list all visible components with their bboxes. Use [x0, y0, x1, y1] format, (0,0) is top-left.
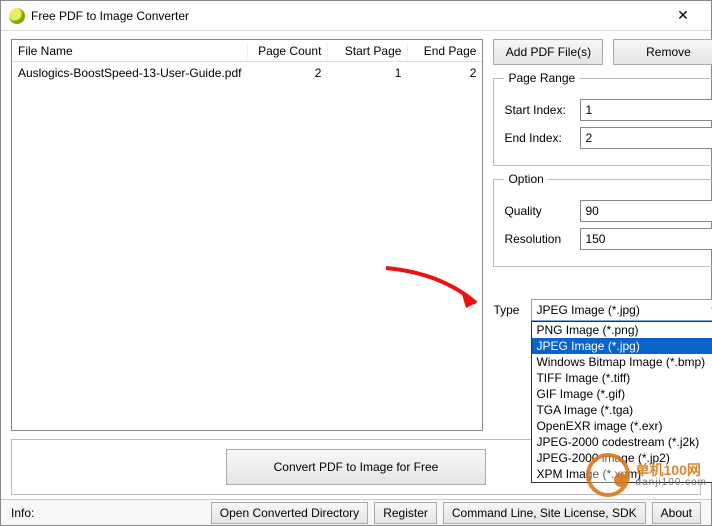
- register-button[interactable]: Register: [374, 502, 437, 524]
- file-table: File Name Page Count Start Page End Page…: [11, 39, 483, 431]
- type-option[interactable]: Windows Bitmap Image (*.bmp): [532, 354, 712, 370]
- option-group: Option Quality ▲ ▼ % Resolution ▲: [493, 172, 712, 267]
- col-start-page[interactable]: Start Page: [327, 44, 407, 58]
- col-end-page[interactable]: End Page: [407, 44, 482, 58]
- type-option[interactable]: XPM Image (*.xpm): [532, 466, 712, 482]
- resolution-input[interactable]: [580, 228, 712, 250]
- window-title: Free PDF to Image Converter: [31, 9, 663, 23]
- page-range-legend: Page Range: [504, 71, 579, 85]
- option-legend: Option: [504, 172, 547, 186]
- quality-label: Quality: [504, 204, 572, 218]
- info-label: Info:: [11, 506, 34, 520]
- end-index-input[interactable]: [580, 127, 712, 149]
- resolution-label: Resolution: [504, 232, 572, 246]
- table-row[interactable]: Auslogics-BoostSpeed-13-User-Guide.pdf 2…: [12, 62, 482, 84]
- convert-button[interactable]: Convert PDF to Image for Free: [226, 449, 486, 485]
- type-combobox[interactable]: JPEG Image (*.jpg) ▼ PNG Image (*.png)JP…: [531, 299, 712, 321]
- remove-button[interactable]: Remove: [613, 39, 712, 65]
- type-option[interactable]: TIFF Image (*.tiff): [532, 370, 712, 386]
- type-selected: JPEG Image (*.jpg): [536, 303, 639, 317]
- cell-file-name: Auslogics-BoostSpeed-13-User-Guide.pdf: [12, 66, 247, 80]
- type-label: Type: [493, 299, 523, 317]
- type-option[interactable]: JPEG Image (*.jpg): [532, 338, 712, 354]
- col-file-name[interactable]: File Name: [12, 44, 247, 58]
- type-option[interactable]: JPEG-2000 image (*.jp2): [532, 450, 712, 466]
- about-button[interactable]: About: [652, 502, 701, 524]
- col-page-count[interactable]: Page Count: [247, 44, 327, 58]
- type-option[interactable]: JPEG-2000 codestream (*.j2k): [532, 434, 712, 450]
- page-range-group: Page Range Start Index: ▲ ▼ End Index: ▲: [493, 71, 712, 166]
- type-option[interactable]: PNG Image (*.png): [532, 322, 712, 338]
- type-dropdown-list: PNG Image (*.png)JPEG Image (*.jpg)Windo…: [531, 321, 712, 483]
- open-directory-button[interactable]: Open Converted Directory: [211, 502, 368, 524]
- titlebar: Free PDF to Image Converter ✕: [1, 1, 711, 31]
- footer: Info: Open Converted Directory Register …: [1, 499, 711, 525]
- commandline-button[interactable]: Command Line, Site License, SDK: [443, 502, 646, 524]
- cell-page-count: 2: [247, 66, 327, 80]
- quality-input[interactable]: [580, 200, 712, 222]
- cell-start-page: 1: [327, 66, 407, 80]
- type-option[interactable]: OpenEXR image (*.exr): [532, 418, 712, 434]
- type-option[interactable]: GIF Image (*.gif): [532, 386, 712, 402]
- type-option[interactable]: TGA Image (*.tga): [532, 402, 712, 418]
- end-index-label: End Index:: [504, 131, 572, 145]
- app-logo-icon: [9, 8, 25, 24]
- cell-end-page: 2: [407, 66, 482, 80]
- start-index-label: Start Index:: [504, 103, 572, 117]
- start-index-input[interactable]: [580, 99, 712, 121]
- close-button[interactable]: ✕: [663, 7, 703, 24]
- table-header: File Name Page Count Start Page End Page: [12, 40, 482, 62]
- add-pdf-button[interactable]: Add PDF File(s): [493, 39, 603, 65]
